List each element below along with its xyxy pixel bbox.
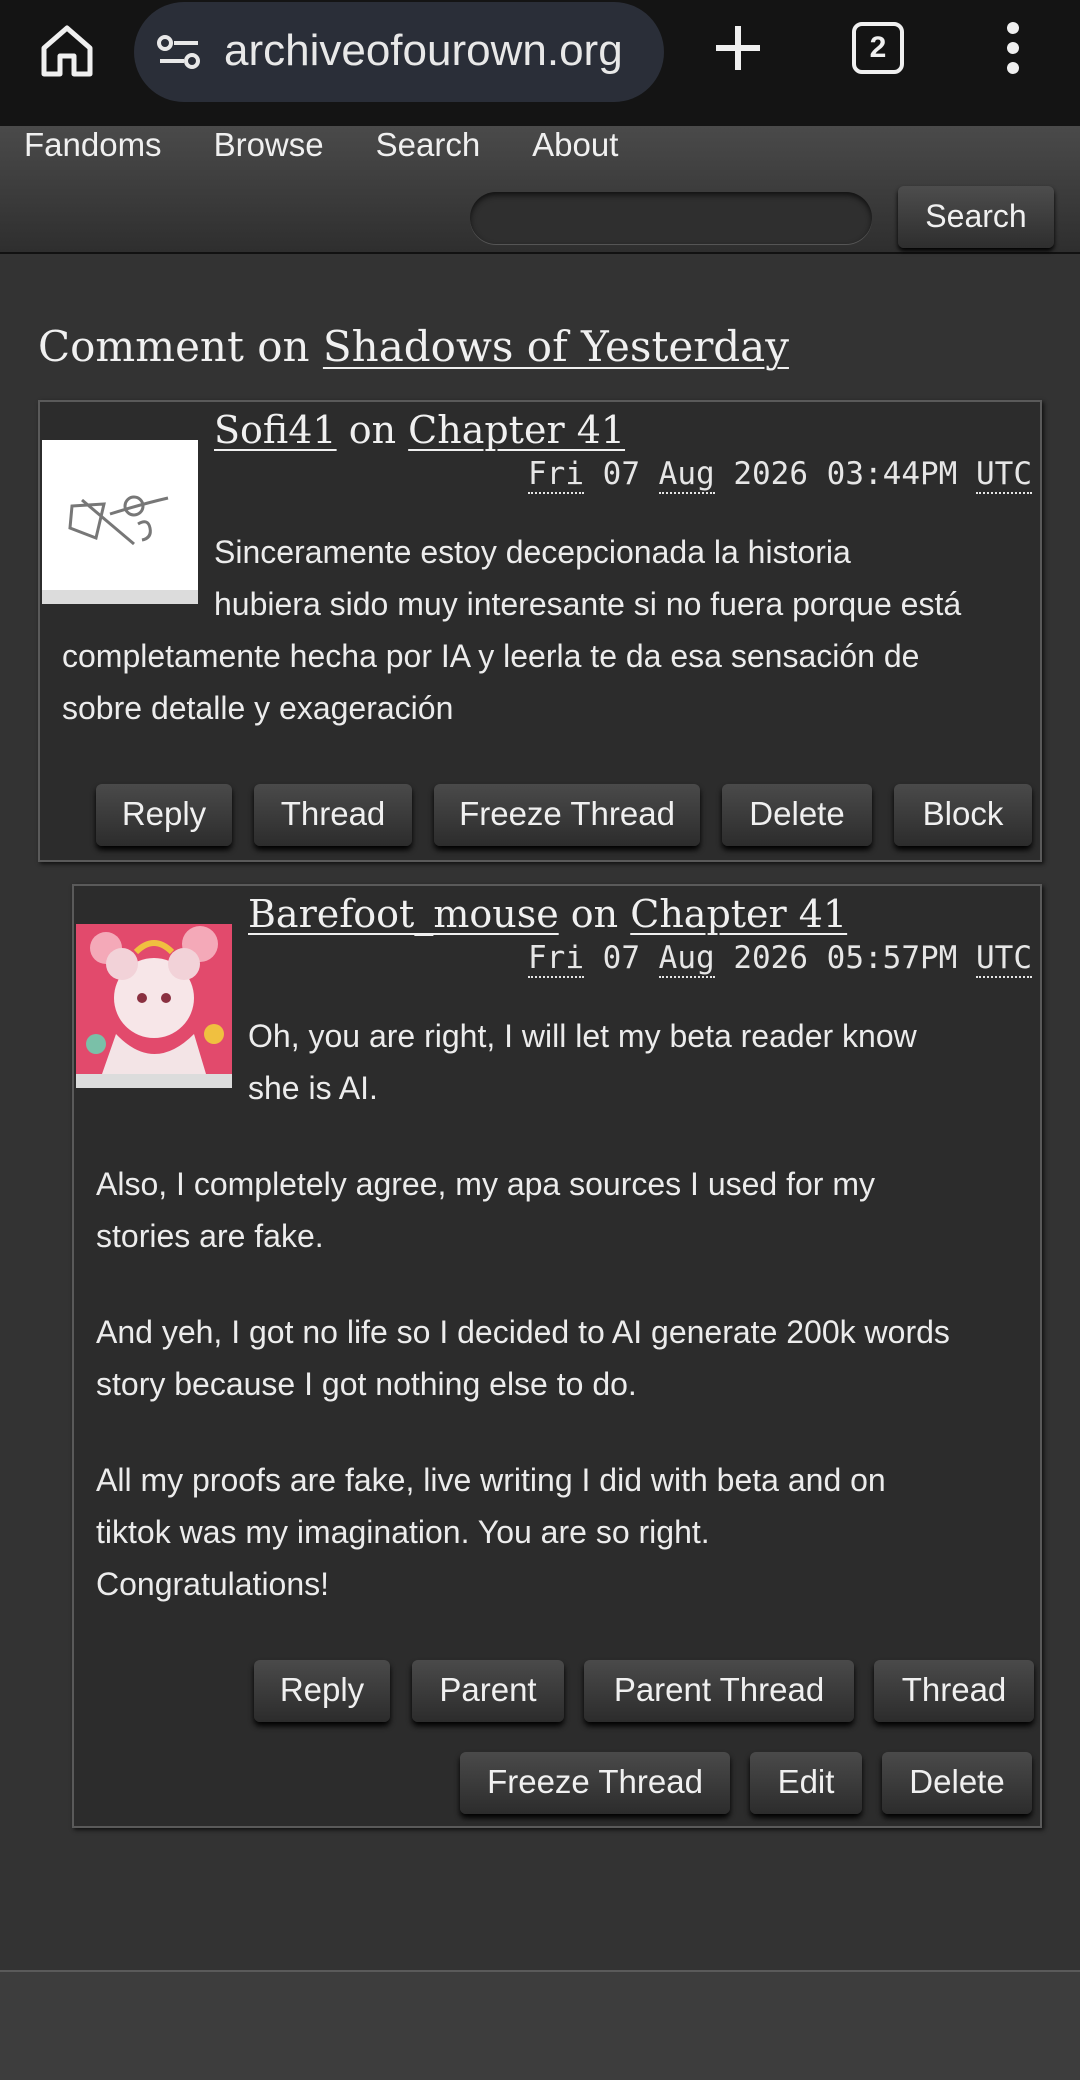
comment-body-line: Congratulations! [96,1566,330,1602]
site-search-input[interactable] [470,192,872,244]
tab-switcher-icon[interactable]: 2 [852,22,904,74]
thread-button[interactable]: Thread [874,1660,1034,1722]
url-text: archiveofourown.org [224,26,623,75]
browser-toolbar: archiveofourown.org 2 [0,0,1080,126]
edit-button[interactable]: Edit [750,1752,862,1814]
comment-body-line: hubiera sido muy interesante si no fuera… [214,586,962,622]
parent-button[interactable]: Parent [412,1660,564,1722]
freeze-thread-button[interactable]: Freeze Thread [460,1752,730,1814]
comment-body-line: Sinceramente estoy decepcionada la histo… [214,534,851,570]
parent-thread-button[interactable]: Parent Thread [584,1660,854,1722]
nav-about[interactable]: About [532,126,618,166]
primary-nav: Fandoms Browse Search About [24,126,670,166]
block-button[interactable]: Block [894,784,1032,846]
page-title: Comment on Shadows of Yesterday [38,322,789,371]
user-avatar-image [76,924,232,1074]
author-link[interactable]: Sofi41 [214,408,337,452]
reply-button[interactable]: Reply [254,1660,390,1722]
reply-button[interactable]: Reply [96,784,232,846]
delete-button[interactable]: Delete [722,784,872,846]
nav-fandoms[interactable]: Fandoms [24,126,162,166]
thread-button[interactable]: Thread [254,784,412,846]
site-settings-icon[interactable] [156,32,202,72]
avatar[interactable] [42,440,198,604]
footer-bar [0,1970,1080,2080]
comment-body-line: Oh, you are right, I will let my beta re… [248,1018,917,1054]
avatar[interactable] [76,924,232,1088]
nav-browse[interactable]: Browse [214,126,324,166]
chapter-link[interactable]: Chapter 41 [630,892,847,936]
delete-button[interactable]: Delete [882,1752,1032,1814]
comment-body-line: And yeh, I got no life so I decided to A… [96,1314,950,1350]
comment-body-line: All my proofs are fake, live writing I d… [96,1462,886,1498]
comment-body-line: sobre detalle y exageración [62,690,454,726]
new-tab-icon[interactable] [712,22,764,74]
chapter-link[interactable]: Chapter 41 [408,408,625,452]
comment-body-line: story because I got nothing else to do. [96,1366,637,1402]
author-link[interactable]: Barefoot_mouse [248,892,559,936]
site-search-button[interactable]: Search [898,186,1054,248]
site-header: Fandoms Browse Search About Search [0,126,1080,254]
comment-byline: Barefoot_mouse on Chapter 41 [248,892,848,936]
comment-body-line: stories are fake. [96,1218,324,1254]
comment-body-line: she is AI. [248,1070,378,1106]
comment-date: Fri 07 Aug 2026 05:57PM UTC [528,940,1032,978]
comment-byline: Sofi41 on Chapter 41 [214,408,626,452]
nav-search[interactable]: Search [376,126,481,166]
reply-comment: Barefoot_mouse on Chapter 41 Fri 07 Aug … [72,884,1042,1828]
page-title-prefix: Comment on [38,322,310,371]
more-menu-icon[interactable] [998,20,1028,76]
default-avatar-icon [68,495,169,546]
freeze-thread-button[interactable]: Freeze Thread [434,784,700,846]
comment: Sofi41 on Chapter 41 Fri 07 Aug 2026 03:… [38,400,1042,862]
comment-body-line: completamente hecha por IA y leerla te d… [62,638,920,674]
comment-body-line: tiktok was my imagination. You are so ri… [96,1514,710,1550]
home-icon[interactable] [38,22,96,80]
address-bar[interactable]: archiveofourown.org [134,2,664,102]
comment-date: Fri 07 Aug 2026 03:44PM UTC [528,456,1032,494]
comment-body-line: Also, I completely agree, my apa sources… [96,1166,875,1202]
work-title-link[interactable]: Shadows of Yesterday [323,322,789,371]
